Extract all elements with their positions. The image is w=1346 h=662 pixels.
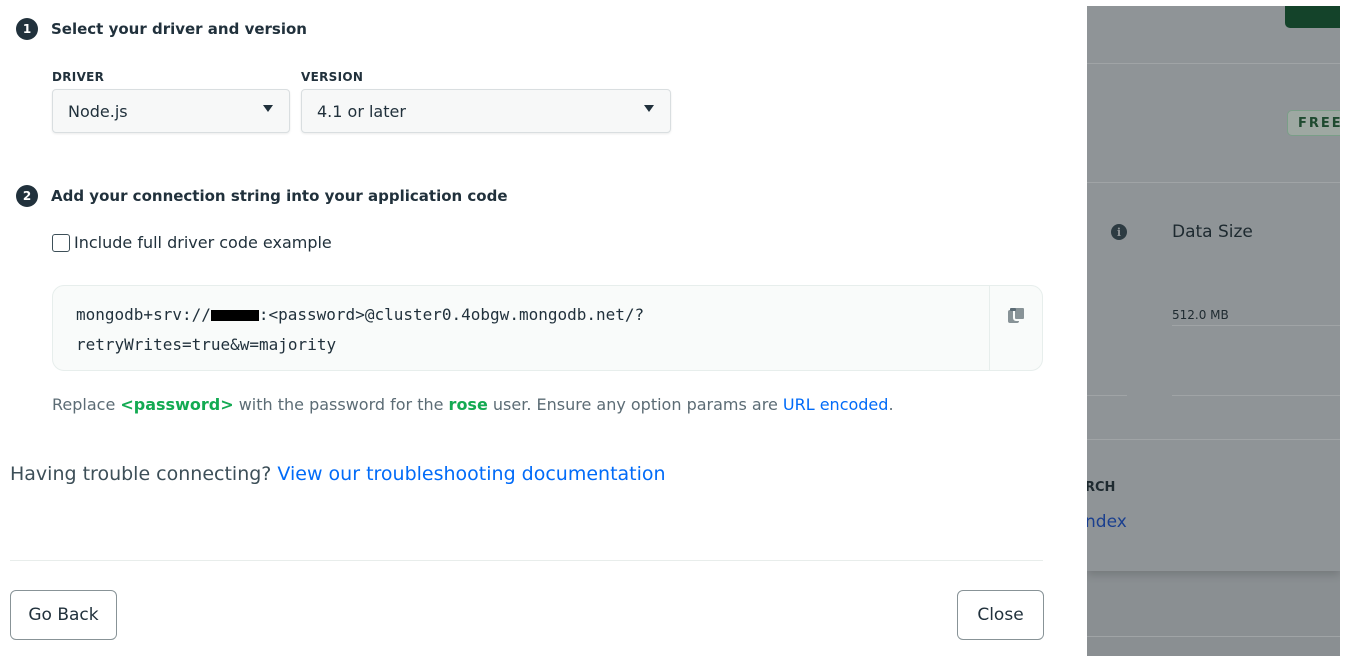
version-label: VERSION <box>301 70 364 84</box>
go-back-button[interactable]: Go Back <box>10 590 117 640</box>
connection-string-options: retryWrites=true&w=majority <box>76 335 337 354</box>
version-select[interactable]: 4.1 or later <box>301 89 671 133</box>
troubleshooting-link[interactable]: View our troubleshooting documentation <box>277 463 665 485</box>
replace-password-note: Replace <password> with the password for… <box>52 395 894 414</box>
page-backdrop: FREE i Data Size 512.0 MB RCH ndex <box>1087 6 1340 656</box>
step-2-title: Add your connection string into your app… <box>51 187 508 205</box>
step-1-heading: 1 Select your driver and version <box>16 18 307 40</box>
step-2-number: 2 <box>16 185 38 207</box>
connection-string-prefix: mongodb+srv:// <box>76 305 211 324</box>
driver-select-value: Node.js <box>68 101 128 121</box>
trouble-text: Having trouble connecting? <box>10 463 278 485</box>
password-placeholder: <password> <box>120 395 234 414</box>
step-1-number: 1 <box>16 18 38 40</box>
connection-string-host: :<password>@cluster0.4obgw.mongodb.net/? <box>258 305 645 324</box>
code-divider <box>989 286 990 370</box>
divider <box>1087 636 1340 637</box>
step-1-title: Select your driver and version <box>51 20 307 38</box>
footer-divider <box>10 560 1043 561</box>
step-2-heading: 2 Add your connection string into your a… <box>16 185 508 207</box>
checkbox-label: Include full driver code example <box>74 233 332 252</box>
search-heading-partial: RCH <box>1087 480 1116 495</box>
driver-select[interactable]: Node.js <box>52 89 290 133</box>
info-icon: i <box>1111 224 1127 240</box>
connection-string[interactable]: mongodb+srv:// :<password>@cluster0.4obgw… <box>76 300 976 360</box>
connection-string-box: mongodb+srv:// :<password>@cluster0.4obgw… <box>52 285 1043 371</box>
divider <box>1087 395 1127 396</box>
note-text: Replace <box>52 395 121 414</box>
divider <box>1087 439 1340 440</box>
driver-label: DRIVER <box>52 70 105 84</box>
index-link-partial: ndex <box>1087 512 1127 532</box>
data-size-value: 512.0 MB <box>1172 308 1229 322</box>
cluster-panel: FREE i Data Size 512.0 MB RCH ndex <box>1087 6 1340 571</box>
caret-down-icon <box>263 105 273 112</box>
divider <box>1087 182 1340 183</box>
full-driver-code-checkbox-row[interactable]: Include full driver code example <box>52 233 332 252</box>
full-driver-code-checkbox[interactable] <box>52 233 70 252</box>
tier-badge: FREE <box>1287 110 1340 136</box>
username: rose <box>448 395 488 414</box>
troubleshooting-note: Having trouble connecting? View our trou… <box>10 463 666 485</box>
note-text: . <box>888 395 894 414</box>
copy-icon[interactable] <box>1005 304 1029 328</box>
note-text: with the password for the <box>233 395 449 414</box>
divider <box>1172 325 1340 326</box>
divider <box>1172 395 1340 396</box>
caret-down-icon <box>644 105 654 112</box>
divider <box>1087 63 1340 64</box>
data-size-label: Data Size <box>1172 222 1253 242</box>
url-encoded-link[interactable]: URL encoded <box>783 395 889 414</box>
background-button <box>1285 6 1340 28</box>
connect-modal: 1 Select your driver and version DRIVER … <box>0 0 1087 662</box>
close-button[interactable]: Close <box>957 590 1044 640</box>
version-select-value: 4.1 or later <box>317 101 406 121</box>
redacted-username <box>210 310 259 321</box>
note-text: user. Ensure any option params are <box>487 395 783 414</box>
